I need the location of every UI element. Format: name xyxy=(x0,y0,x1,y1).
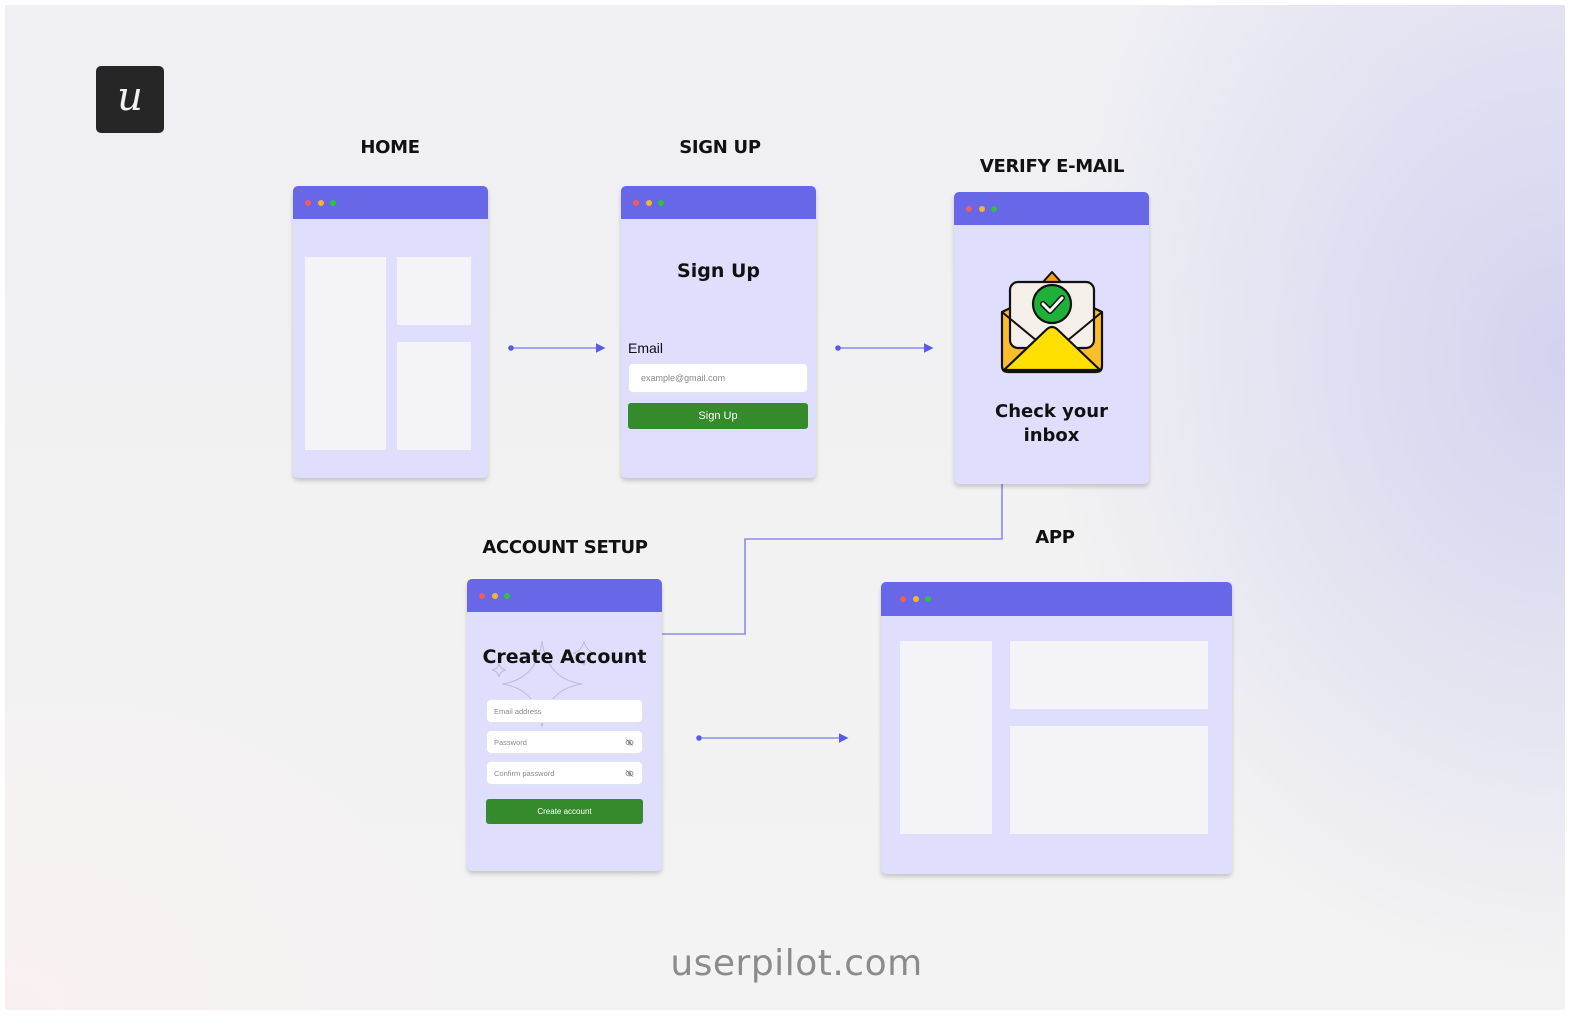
close-dot-icon xyxy=(966,206,972,212)
maximize-dot-icon xyxy=(330,200,336,206)
placeholder-card-bottom xyxy=(1010,726,1208,834)
check-inbox-line1: Check your xyxy=(995,401,1108,422)
close-dot-icon xyxy=(305,200,311,206)
close-dot-icon xyxy=(479,593,485,599)
window-title-bar xyxy=(467,579,662,612)
account-window: Create Account Email address Password Co… xyxy=(467,579,662,871)
close-dot-icon xyxy=(633,200,639,206)
create-account-button[interactable]: Create account xyxy=(486,799,643,824)
eye-off-icon[interactable] xyxy=(625,769,634,778)
account-password-input[interactable]: Password xyxy=(486,730,643,754)
minimize-dot-icon xyxy=(646,200,652,206)
maximize-dot-icon xyxy=(991,206,997,212)
signup-email-input[interactable]: example@gmail.com xyxy=(628,363,808,393)
placeholder-card-top xyxy=(397,257,471,325)
placeholder-sidebar xyxy=(305,257,386,450)
step-label-app: APP xyxy=(1035,527,1075,548)
app-window xyxy=(881,582,1232,874)
account-email-input[interactable]: Email address xyxy=(486,699,643,723)
eye-off-icon[interactable] xyxy=(625,738,634,747)
maximize-dot-icon xyxy=(504,593,510,599)
minimize-dot-icon xyxy=(492,593,498,599)
maximize-dot-icon xyxy=(658,200,664,206)
minimize-dot-icon xyxy=(979,206,985,212)
window-title-bar xyxy=(293,186,488,219)
verify-window: Check your inbox xyxy=(954,192,1149,484)
step-label-home: HOME xyxy=(360,137,420,158)
envelope-check-icon xyxy=(1000,271,1104,374)
account-confirm-password-input[interactable]: Confirm password xyxy=(486,761,643,785)
window-title-bar xyxy=(954,192,1149,225)
placeholder-card-top xyxy=(1010,641,1208,709)
maximize-dot-icon xyxy=(925,596,931,602)
userpilot-logo: u xyxy=(96,66,164,133)
check-inbox-line2: inbox xyxy=(1023,425,1080,446)
footer-url[interactable]: userpilot.com xyxy=(0,943,1593,984)
signup-button[interactable]: Sign Up xyxy=(628,403,808,429)
window-title-bar xyxy=(621,186,816,219)
signup-window: Sign Up Email example@gmail.com Sign Up xyxy=(621,186,816,478)
signup-heading: Sign Up xyxy=(677,260,760,282)
placeholder-sidebar xyxy=(900,641,992,834)
email-label: Email xyxy=(628,340,664,356)
window-title-bar xyxy=(881,582,1232,616)
step-label-signup: SIGN UP xyxy=(679,137,761,158)
minimize-dot-icon xyxy=(318,200,324,206)
placeholder-card-bottom xyxy=(397,342,471,450)
step-label-verify: VERIFY E-MAIL xyxy=(979,156,1125,177)
close-dot-icon xyxy=(900,596,906,602)
home-window xyxy=(293,186,488,478)
step-label-account: ACCOUNT SETUP xyxy=(482,537,648,558)
minimize-dot-icon xyxy=(913,596,919,602)
create-account-heading: Create Account xyxy=(482,646,647,668)
